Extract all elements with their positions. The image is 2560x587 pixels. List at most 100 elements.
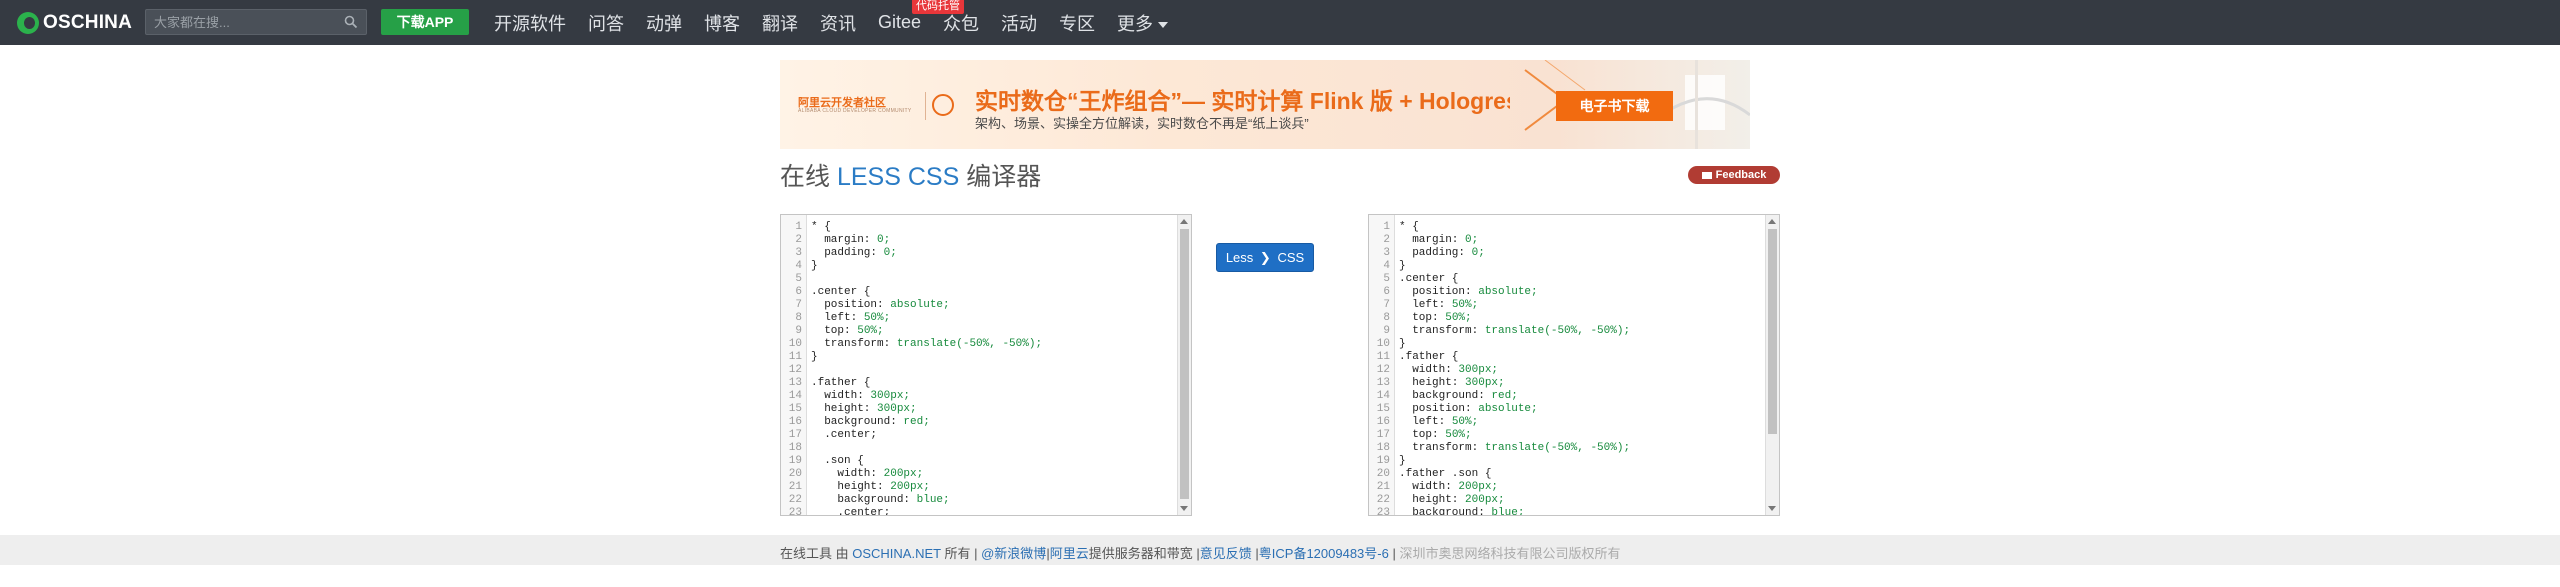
code-text: left: 50%;	[811, 312, 891, 324]
footer-aliyun-link[interactable]: 阿里云	[1050, 546, 1089, 561]
nav-item-events[interactable]: 活动	[1001, 10, 1037, 36]
nav-item-tweets[interactable]: 动弹	[646, 10, 682, 36]
line-number: 19	[1376, 455, 1390, 467]
footer-weibo-link[interactable]: @新浪微博	[981, 546, 1046, 561]
code-text: top: 50%;	[811, 325, 884, 337]
line-number: 7	[795, 299, 802, 311]
line-number: 22	[788, 494, 802, 506]
code-text: .center {	[1399, 273, 1459, 285]
line-number: 21	[1376, 481, 1390, 493]
code-text: }	[811, 351, 818, 363]
code-line: 13 height: 300px;	[1369, 377, 1769, 390]
line-number: 2	[1383, 234, 1390, 246]
nav-item-crowdsourcing[interactable]: 众包	[943, 10, 979, 36]
feedback-button[interactable]: Feedback	[1688, 166, 1780, 184]
code-line: 14 background: red;	[1369, 390, 1769, 403]
line-number: 8	[1383, 312, 1390, 324]
code-line: 7 left: 50%;	[1369, 299, 1769, 312]
line-number: 12	[1376, 364, 1390, 376]
scroll-down-icon[interactable]	[1768, 506, 1776, 511]
code-line: 11 .father {	[1369, 351, 1769, 364]
page-title-highlight: LESS CSS	[836, 163, 960, 191]
nav-item-more[interactable]: 更多	[1117, 10, 1169, 36]
scroll-up-icon[interactable]	[1180, 219, 1188, 224]
code-line: 4}	[781, 260, 1181, 273]
nav-item-open-source[interactable]: 开源软件	[494, 10, 566, 36]
nav-item-questions[interactable]: 问答	[588, 10, 624, 36]
code-text: height: 200px;	[811, 481, 930, 493]
scroll-thumb[interactable]	[1768, 229, 1777, 434]
footer-sep: |	[1392, 546, 1396, 561]
logo-text: OSCHINA	[43, 12, 133, 33]
line-number: 4	[1383, 260, 1390, 272]
search-icon[interactable]	[344, 15, 358, 29]
code-line: 8 left: 50%;	[781, 312, 1181, 325]
less-editor-lines[interactable]: 1 * {2 margin: 0; 3 padding: 0; 4} 5 6 .center…	[781, 221, 1181, 516]
nav-item-blogs[interactable]: 博客	[704, 10, 740, 36]
ad-banner[interactable]: 阿里云开发者社区 ALIBABA CLOUD DEVELOPER COMMUNI…	[780, 60, 1750, 149]
line-number: 6	[1383, 286, 1390, 298]
scroll-down-icon[interactable]	[1180, 506, 1188, 511]
code-text: width: 300px;	[811, 390, 911, 402]
banner-org-subtitle: ALIBABA CLOUD DEVELOPER COMMUNITY	[798, 108, 912, 114]
code-text: * {	[1399, 221, 1419, 233]
code-line: 19 .son {	[781, 455, 1181, 468]
line-number: 22	[1376, 494, 1390, 506]
nav-item-translations[interactable]: 翻译	[762, 10, 798, 36]
download-app-button[interactable]: 下载APP	[381, 9, 469, 35]
footer-feedback-link[interactable]: 意见反馈	[1200, 546, 1252, 561]
search-input[interactable]	[146, 10, 336, 34]
less-editor-scrollbar[interactable]	[1177, 215, 1191, 515]
code-text: background: blue;	[1399, 507, 1525, 516]
code-line: 3 padding: 0;	[1369, 247, 1769, 260]
code-text: }	[1399, 455, 1406, 467]
code-text: top: 50%;	[1399, 312, 1472, 324]
code-text: position: absolute;	[1399, 403, 1538, 415]
line-number: 8	[795, 312, 802, 324]
feedback-label: Feedback	[1715, 169, 1767, 181]
banner-subtitle: 架构、场景、实操全方位解读，实时数仓不再是“纸上谈兵”	[975, 116, 1309, 131]
code-line: 21 width: 200px;	[1369, 481, 1769, 494]
line-number: 1	[1383, 221, 1390, 233]
convert-less-to-css-button[interactable]: Less ❯ CSS	[1216, 243, 1314, 272]
code-line: 6 .center {	[781, 286, 1181, 299]
scroll-up-icon[interactable]	[1768, 219, 1776, 224]
line-number: 4	[795, 260, 802, 272]
footer-site-link[interactable]: OSCHINA.NET	[852, 546, 941, 561]
code-text: left: 50%;	[1399, 299, 1479, 311]
code-text: padding: 0;	[811, 247, 897, 259]
css-editor-lines[interactable]: 1 * {2 margin: 0; 3 padding: 0; 4} 5 .center …	[1369, 221, 1769, 516]
code-line: 6 position: absolute;	[1369, 286, 1769, 299]
code-text: background: blue;	[811, 494, 950, 506]
code-line: 17 .center;	[781, 429, 1181, 442]
code-line: 10}	[1369, 338, 1769, 351]
scroll-thumb[interactable]	[1180, 229, 1189, 499]
nav-item-gitee-label: Gitee	[878, 12, 922, 32]
nav-item-zones[interactable]: 专区	[1059, 10, 1095, 36]
nav-item-news[interactable]: 资讯	[820, 10, 856, 36]
code-text: top: 50%;	[1399, 429, 1472, 441]
code-line: 18 transform: translate(-50%, -50%);	[1369, 442, 1769, 455]
line-number: 16	[788, 416, 802, 428]
code-text: position: absolute;	[1399, 286, 1538, 298]
css-editor-scrollbar[interactable]	[1765, 215, 1779, 515]
line-number: 10	[1376, 338, 1390, 350]
footer-icp-link[interactable]: 粤ICP备12009483号-6	[1259, 546, 1389, 561]
css-output-editor[interactable]: 1 * {2 margin: 0; 3 padding: 0; 4} 5 .center …	[1368, 214, 1780, 516]
line-number: 3	[795, 247, 802, 259]
line-number: 20	[1376, 468, 1390, 480]
code-line: 17 top: 50%;	[1369, 429, 1769, 442]
line-number: 23	[788, 507, 802, 516]
less-editor[interactable]: 1 * {2 margin: 0; 3 padding: 0; 4} 5 6 .center…	[780, 214, 1192, 516]
oschina-logo[interactable]: OSCHINA	[17, 11, 132, 35]
nav-item-gitee[interactable]: Gitee 代码托管	[878, 0, 964, 33]
code-text: .center {	[811, 286, 871, 298]
code-line: 21 height: 200px;	[781, 481, 1181, 494]
line-number: 7	[1383, 299, 1390, 311]
nav-item-more-label: 更多	[1117, 13, 1154, 34]
footer-owned: 所有 |	[944, 546, 978, 561]
line-number: 12	[788, 364, 802, 376]
footer-line: 在线工具 由 OSCHINA.NET 所有 | @新浪微博 | 阿里云提供服务器和带…	[780, 543, 1621, 562]
code-line: 23 background: blue;	[1369, 507, 1769, 516]
ebook-download-button[interactable]: 电子书下载	[1556, 91, 1673, 121]
